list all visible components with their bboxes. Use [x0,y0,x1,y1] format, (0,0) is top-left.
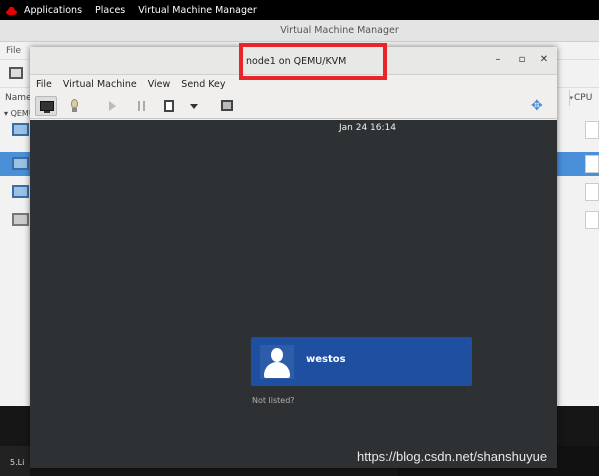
not-listed-link[interactable]: Not listed? [252,396,295,405]
applications-menu[interactable]: Applications [24,5,82,16]
places-menu[interactable]: Places [95,5,125,16]
lightbulb-icon [71,99,78,108]
expander-icon[interactable]: ▾ [4,109,8,118]
viewer-toolbar: ✥ [30,93,557,119]
column-name[interactable]: Name [5,90,32,106]
minimize-button[interactable]: – [492,54,504,65]
redhat-logo-icon[interactable] [5,4,18,17]
vm-shutoff-icon [12,213,29,226]
power-icon [164,100,174,112]
viewer-titlebar[interactable]: node1 on QEMU/KVM – ▫ ✕ [30,43,557,80]
cpu-graph [585,121,599,139]
console-button[interactable] [35,96,57,116]
monitor-icon [40,101,54,111]
menu-send-key[interactable]: Send Key [181,79,225,90]
watermark: https://blog.csdn.net/shanshuyue [357,449,548,464]
cpu-graph [585,183,599,201]
menu-virtual-machine[interactable]: Virtual Machine [63,79,137,90]
snapshot-button[interactable] [216,96,238,116]
play-icon [109,101,116,111]
maximize-button[interactable]: ▫ [516,54,528,65]
close-button[interactable]: ✕ [538,54,550,65]
manager-title: Virtual Machine Manager [0,20,599,42]
details-button[interactable] [63,96,85,116]
app-menu[interactable]: Virtual Machine Manager [138,5,257,16]
vm-viewer-window: node1 on QEMU/KVM – ▫ ✕ File Virtual Mac… [30,43,557,468]
guest-display[interactable]: Jan 24 16:14 westos Not listed? [30,120,557,468]
vm-running-icon [12,123,29,136]
menu-view[interactable]: View [148,79,171,90]
guest-clock: Jan 24 16:14 [339,123,396,133]
cpu-graph [585,211,599,229]
username-label: westos [306,354,346,365]
screenshot-icon [221,100,233,111]
fullscreen-button[interactable]: ✥ [527,96,549,116]
new-vm-icon[interactable] [9,67,23,79]
annotation-highlight-box [239,43,387,80]
pause-button[interactable] [130,96,152,116]
taskbar-item[interactable]: 5.Li [0,446,30,476]
user-avatar-icon [260,345,294,379]
fullscreen-icon: ✥ [531,98,543,114]
user-tile[interactable]: westos [251,337,472,386]
pause-icon [138,101,145,111]
cpu-graph [585,155,599,173]
vm-running-icon [12,157,29,170]
vm-running-icon [12,185,29,198]
shutdown-button[interactable] [158,96,180,116]
chevron-down-icon [190,104,198,109]
run-button[interactable] [101,96,123,116]
shutdown-dropdown[interactable] [183,96,205,116]
menu-file[interactable]: File [36,79,52,90]
top-bar: Applications Places Virtual Machine Mana… [0,0,599,20]
column-cpu[interactable]: CPU [569,90,599,106]
